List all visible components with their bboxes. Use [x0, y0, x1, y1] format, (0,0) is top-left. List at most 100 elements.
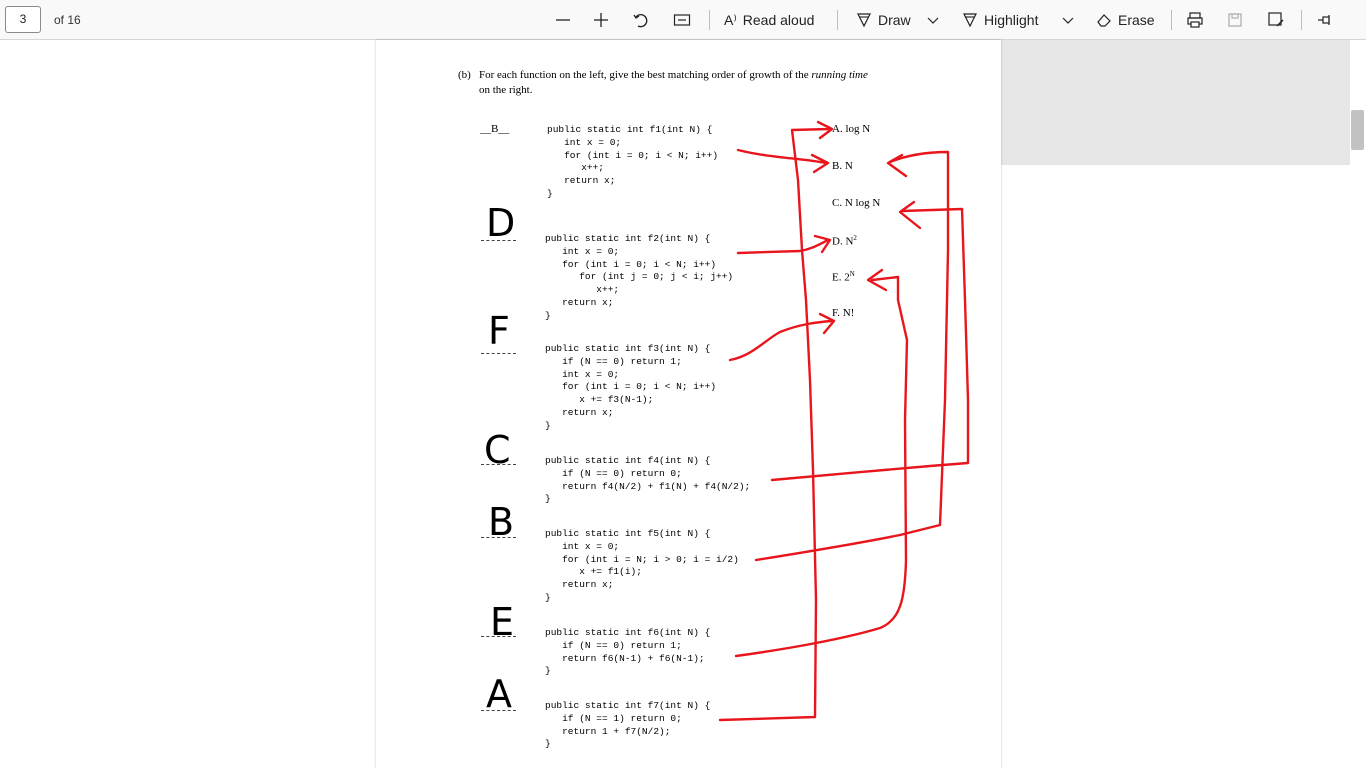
code-line: }	[545, 665, 551, 677]
code-line: return f4(N/2) + f1(N) + f4(N/2);	[545, 480, 751, 492]
code-line: }	[545, 738, 551, 750]
answer-blank-f1[interactable]: __B__	[480, 123, 509, 135]
draw-button[interactable]: Draw	[856, 8, 911, 32]
code-function-f5: public static int f5(int N) { int x = 0;…	[545, 528, 739, 605]
code-line: int x = 0;	[545, 245, 620, 257]
highlighter-icon	[963, 13, 977, 28]
code-function-f4: public static int f4(int N) { if (N == 0…	[545, 455, 750, 506]
code-line: x++;	[547, 162, 605, 174]
fit-width-icon	[673, 14, 691, 26]
code-line: public static int f4(int N) {	[545, 455, 711, 466]
handwritten-answer-f3: F	[488, 309, 510, 353]
plus-icon	[594, 13, 608, 27]
question-text: For each function on the left, give the …	[479, 69, 868, 81]
code-line: public static int f1(int N) {	[547, 124, 713, 135]
answer-blank-line	[481, 353, 516, 354]
toolbar-divider	[709, 10, 710, 30]
question-text-cont: on the right.	[479, 84, 533, 96]
toolbar-divider	[1301, 10, 1302, 30]
code-line: public static int f2(int N) {	[545, 233, 711, 244]
save-as-icon	[1268, 12, 1284, 27]
toolbar-divider	[837, 10, 838, 30]
option-a: A. log N	[832, 123, 871, 135]
code-line: if (N == 1) return 0;	[545, 712, 682, 724]
rotate-icon	[633, 14, 648, 28]
zoom-out-button[interactable]	[554, 8, 572, 32]
viewer-background	[1001, 40, 1351, 165]
code-line: public static int f3(int N) {	[545, 343, 711, 354]
code-function-f6: public static int f6(int N) { if (N == 0…	[545, 627, 710, 678]
draw-pen-icon	[857, 13, 871, 28]
code-line: return x;	[545, 296, 614, 308]
save-as-button[interactable]	[1267, 8, 1285, 32]
page-number-input[interactable]: 3	[5, 6, 41, 33]
rotate-button[interactable]	[632, 8, 650, 32]
code-function-f3: public static int f3(int N) { if (N == 0…	[545, 343, 716, 433]
code-line: int x = 0;	[547, 136, 622, 148]
code-line: public static int f6(int N) {	[545, 627, 711, 638]
printer-icon	[1187, 12, 1203, 28]
save-button[interactable]	[1227, 8, 1243, 32]
code-line: return x;	[547, 175, 616, 187]
fit-width-button[interactable]	[673, 8, 691, 32]
code-line: public static int f5(int N) {	[545, 528, 711, 539]
highlight-options-dropdown[interactable]	[1061, 8, 1075, 32]
code-line: }	[545, 493, 551, 505]
minus-icon	[556, 19, 570, 21]
code-line: if (N == 0) return 0;	[545, 467, 682, 479]
option-f: F. N!	[832, 307, 855, 319]
draw-options-dropdown[interactable]	[926, 8, 940, 32]
pin-icon	[1318, 15, 1330, 25]
eraser-icon	[1097, 14, 1111, 27]
scrollbar-thumb[interactable]	[1351, 110, 1364, 150]
handwritten-answer-f5: B	[488, 500, 515, 544]
option-c: C. N log N	[832, 197, 881, 209]
option-e: E. 2N	[832, 270, 855, 284]
code-line: for (int i = N; i > 0; i = i/2)	[545, 553, 739, 565]
code-line: return x;	[545, 406, 614, 418]
code-line: x += f1(i);	[545, 566, 642, 578]
code-line: for (int i = 0; i < N; i++)	[545, 258, 717, 270]
highlight-label: Highlight	[984, 12, 1039, 28]
handwritten-answer-f2: D	[486, 201, 516, 245]
handwritten-answer-f7: A	[486, 672, 512, 716]
code-line: }	[545, 419, 551, 431]
code-line: return 1 + f7(N/2);	[545, 725, 671, 737]
code-line: int x = 0;	[545, 368, 620, 380]
read-aloud-label: Read aloud	[742, 12, 815, 28]
chevron-down-icon	[1062, 17, 1074, 24]
handwritten-answer-f6: E	[490, 600, 515, 644]
code-line: }	[547, 187, 553, 199]
code-line: return f6(N-1) + f6(N-1);	[545, 652, 705, 664]
save-icon	[1228, 13, 1242, 27]
highlight-button[interactable]: Highlight	[962, 8, 1038, 32]
pin-toolbar-button[interactable]	[1316, 8, 1334, 32]
code-line: }	[545, 309, 551, 321]
code-function-f1: public static int f1(int N) { int x = 0;…	[547, 124, 718, 201]
code-line: }	[545, 591, 551, 603]
print-button[interactable]	[1186, 8, 1204, 32]
pdf-toolbar: 3 of 16 A⁾ Read aloud Draw Highlight Era…	[0, 0, 1366, 40]
handwritten-answer-f4: C	[484, 428, 511, 472]
code-line: return x;	[545, 579, 614, 591]
erase-button[interactable]: Erase	[1096, 8, 1155, 32]
read-aloud-button[interactable]: A⁾ Read aloud	[724, 8, 814, 32]
option-b: B. N	[832, 160, 853, 172]
code-line: for (int i = 0; i < N; i++)	[547, 149, 719, 161]
code-line: x += f3(N-1);	[545, 394, 654, 406]
code-line: int x = 0;	[545, 540, 620, 552]
code-line: for (int j = 0; j < i; j++)	[545, 271, 734, 283]
code-line: for (int i = 0; i < N; i++)	[545, 381, 717, 393]
code-line: if (N == 0) return 1;	[545, 355, 682, 367]
option-d: D. N2	[832, 234, 857, 248]
page-count-label: of 16	[54, 13, 81, 27]
code-line: if (N == 0) return 1;	[545, 639, 682, 651]
zoom-in-button[interactable]	[592, 8, 610, 32]
code-line: x++;	[545, 284, 620, 296]
chevron-down-icon	[927, 17, 939, 24]
code-line: public static int f7(int N) {	[545, 700, 711, 711]
draw-label: Draw	[878, 12, 911, 28]
code-function-f7: public static int f7(int N) { if (N == 1…	[545, 700, 710, 751]
question-marker: (b)	[458, 69, 471, 81]
code-function-f2: public static int f2(int N) { int x = 0;…	[545, 233, 733, 323]
